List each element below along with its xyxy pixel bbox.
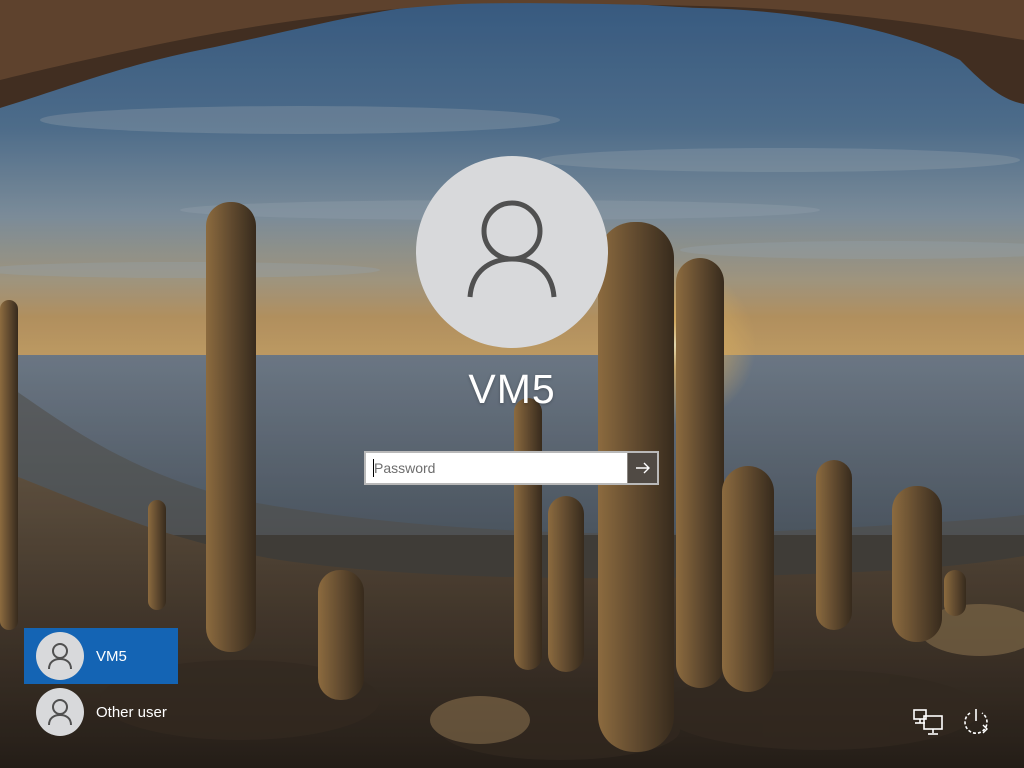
user-avatar (416, 156, 608, 348)
power-button[interactable] (958, 704, 994, 740)
user-icon (467, 200, 557, 298)
user-tile-label: Other user (96, 703, 167, 721)
user-tile-label: VM5 (96, 647, 127, 665)
network-icon (913, 709, 943, 735)
login-screen: VM5 VM5 Other user (0, 0, 1024, 768)
network-button[interactable] (910, 704, 946, 740)
arrow-right-icon (635, 462, 650, 474)
user-avatar-small (36, 688, 84, 736)
user-icon (48, 699, 72, 726)
user-tile-other-user[interactable]: Other user (24, 684, 178, 740)
password-input[interactable] (366, 453, 627, 483)
user-name: VM5 (468, 366, 556, 412)
user-avatar-small (36, 632, 84, 680)
password-box (364, 451, 659, 485)
user-tile-vm5[interactable]: VM5 (24, 628, 178, 684)
submit-button[interactable] (627, 453, 657, 483)
power-icon (964, 709, 988, 734)
user-icon (48, 643, 72, 670)
text-caret (373, 459, 374, 477)
